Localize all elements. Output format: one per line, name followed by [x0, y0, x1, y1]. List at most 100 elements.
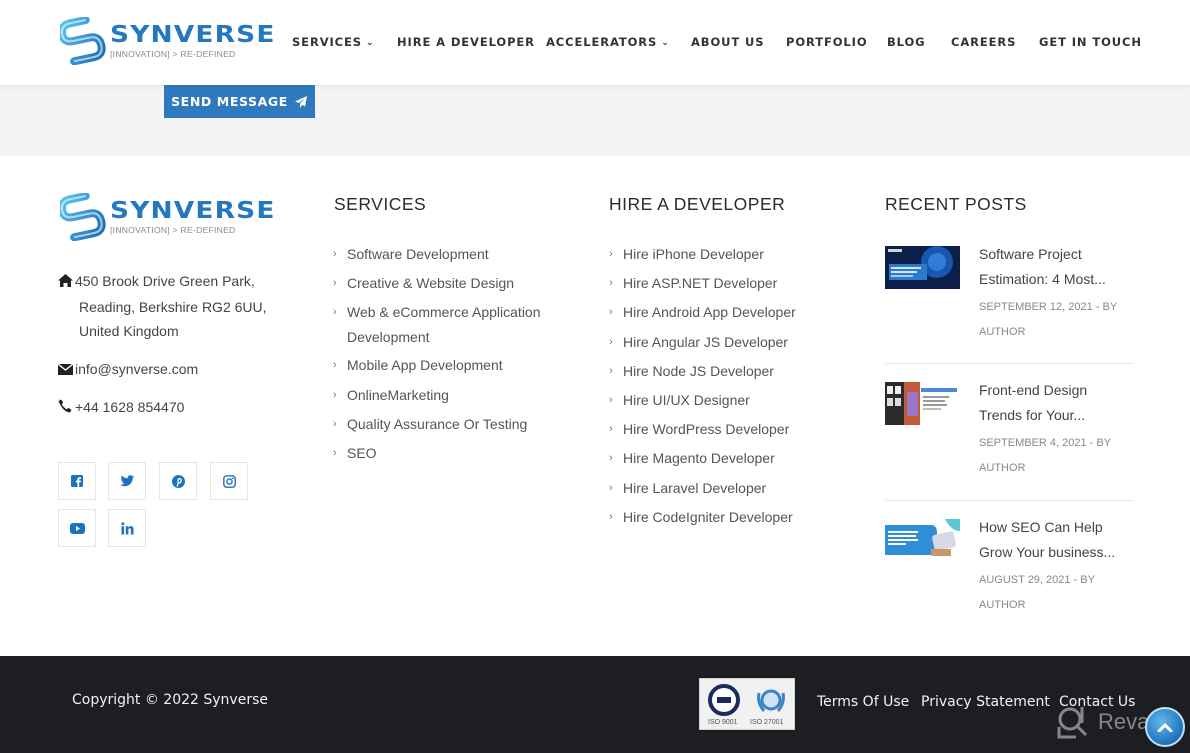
nav-accelerators[interactable]: ACCELERATORS ⌄: [546, 35, 670, 49]
youtube-icon: [69, 522, 85, 534]
services-link[interactable]: › Web & eCommerce Application Development: [333, 298, 573, 351]
pinterest-icon: [171, 474, 185, 488]
nav-about-us[interactable]: ABOUT US: [691, 35, 764, 49]
chevron-right-icon: ›: [333, 447, 337, 460]
email-link[interactable]: info@synverse.com: [75, 361, 198, 377]
phone-link[interactable]: +44 1628 854470: [75, 399, 184, 415]
post-meta: SEPTEMBER 12, 2021 - BY AUTHOR: [979, 295, 1129, 344]
header-logo[interactable]: SYNVERSE [INNOVATION] > RE-DEFINED: [60, 17, 274, 65]
post-title-link[interactable]: Software Project Estimation: 4 Most...: [979, 242, 1129, 291]
company-phone[interactable]: +44 1628 854470: [58, 395, 184, 421]
hire-link[interactable]: › Hire UI/UX Designer: [609, 386, 849, 415]
hire-link[interactable]: › Hire Laravel Developer: [609, 474, 849, 503]
chevron-right-icon: ›: [333, 359, 337, 372]
company-email[interactable]: info@synverse.com: [57, 357, 198, 383]
post-date-author: AUGUST 29, 2021 - BY: [979, 574, 1095, 586]
hire-link[interactable]: › Hire Android App Developer: [609, 298, 849, 327]
hire-link[interactable]: › Hire Node JS Developer: [609, 357, 849, 386]
link-label: Web & eCommerce Application Development: [347, 304, 541, 345]
services-link[interactable]: › Software Development: [333, 240, 573, 269]
home-icon: [58, 270, 75, 295]
nav-blog[interactable]: BLOG: [887, 35, 926, 49]
chevron-right-icon: ›: [609, 510, 613, 523]
post-title-line: Software Project: [979, 246, 1082, 262]
phone-icon: [58, 396, 75, 421]
nav-careers[interactable]: CAREERS: [951, 35, 1016, 49]
hire-link[interactable]: › Hire iPhone Developer: [609, 240, 849, 269]
nav-get-in-touch[interactable]: GET IN TOUCH: [1039, 35, 1142, 49]
post-title-line: Estimation: 4 Most...: [979, 270, 1106, 287]
iso-9001-label: ISO 9001: [708, 719, 738, 726]
link-label: Hire Laravel Developer: [623, 479, 767, 496]
synverse-logo-icon: [60, 17, 106, 65]
link-label: Hire ASP.NET Developer: [623, 275, 778, 292]
services-link[interactable]: › SEO: [333, 439, 573, 468]
link-label: Hire CodeIgniter Developer: [623, 508, 793, 525]
facebook-icon: [71, 475, 83, 487]
nav-portfolio-label: PORTFOLIO: [786, 35, 868, 49]
hire-developer-list: › Hire iPhone Developer › Hire ASP.NET Dev…: [609, 240, 849, 532]
copyright-text: Copyright © 2022 Synverse: [72, 692, 268, 708]
synverse-logo-icon: [60, 193, 106, 241]
twitter-icon: [120, 475, 134, 487]
link-label: Quality Assurance Or Testing: [347, 415, 528, 432]
link-label: Hire Android App Developer: [623, 304, 796, 321]
facebook-button[interactable]: [58, 462, 96, 500]
nav-get-in-touch-label: GET IN TOUCH: [1039, 35, 1142, 49]
services-link[interactable]: › Quality Assurance Or Testing: [333, 410, 573, 439]
iso-9001-badge-icon: [708, 684, 740, 716]
linkedin-button[interactable]: [108, 509, 146, 547]
chevron-right-icon: ›: [609, 306, 613, 319]
pinterest-button[interactable]: [159, 462, 197, 500]
revain-logo-icon: [1057, 707, 1088, 739]
instagram-icon: [222, 474, 236, 488]
hire-link[interactable]: › Hire CodeIgniter Developer: [609, 503, 849, 532]
terms-of-use-link[interactable]: Terms Of Use: [817, 694, 909, 710]
services-link[interactable]: › Mobile App Development: [333, 351, 573, 380]
chevron-right-icon: ›: [333, 248, 337, 260]
link-label: Hire Node JS Developer: [623, 362, 774, 379]
post-title-link[interactable]: Front-end Design Trends for Your...: [979, 378, 1129, 427]
post-title-line: How SEO Can Help: [979, 519, 1103, 535]
send-message-button[interactable]: SEND MESSAGE: [164, 85, 315, 118]
post-title-link[interactable]: How SEO Can Help Grow Your business...: [979, 515, 1129, 564]
post-date-author: SEPTEMBER 12, 2021 - BY: [979, 301, 1118, 313]
link-label: Hire iPhone Developer: [623, 246, 764, 262]
hire-link[interactable]: › Hire Angular JS Developer: [609, 328, 849, 357]
post-title-line: Trends for Your...: [979, 406, 1086, 423]
services-heading: SERVICES: [334, 194, 427, 214]
hire-link[interactable]: › Hire WordPress Developer: [609, 415, 849, 444]
hire-link[interactable]: › Hire ASP.NET Developer: [609, 269, 849, 298]
nav-hire-a-developer[interactable]: HIRE A DEVELOPER: [397, 35, 535, 49]
chevron-right-icon: ›: [609, 277, 613, 290]
site-header: SYNVERSE [INNOVATION] > RE-DEFINED SERVI…: [0, 0, 1190, 85]
twitter-button[interactable]: [108, 462, 146, 500]
post-author: AUTHOR: [979, 461, 1026, 474]
hire-link[interactable]: › Hire Magento Developer: [609, 444, 849, 473]
chevron-right-icon: ›: [609, 248, 613, 260]
chevron-right-icon: ›: [333, 277, 337, 290]
post-thumbnail[interactable]: [885, 246, 960, 289]
recent-post: How SEO Can Help Grow Your business... A…: [885, 515, 1133, 625]
chevron-right-icon: ›: [609, 481, 613, 494]
instagram-button[interactable]: [210, 462, 248, 500]
logo-name: SYNVERSE: [110, 21, 276, 48]
services-link[interactable]: › Creative & Website Design: [333, 269, 573, 298]
footer-logo[interactable]: SYNVERSE [INNOVATION] > RE-DEFINED: [60, 193, 274, 241]
chevron-right-icon: ›: [609, 335, 613, 348]
post-thumbnail[interactable]: [885, 519, 960, 562]
iso-27001-badge-icon: [757, 689, 785, 712]
nav-portfolio[interactable]: PORTFOLIO: [786, 35, 868, 49]
nav-services[interactable]: SERVICES ⌄: [292, 35, 374, 49]
post-meta: AUGUST 29, 2021 - BY AUTHOR: [979, 568, 1129, 617]
link-label: SEO: [347, 445, 377, 462]
link-label: Hire WordPress Developer: [623, 421, 790, 438]
post-thumbnail[interactable]: [885, 382, 960, 425]
recent-post: Software Project Estimation: 4 Most... S…: [885, 242, 1133, 352]
privacy-statement-link[interactable]: Privacy Statement: [921, 694, 1050, 710]
youtube-button[interactable]: [58, 509, 96, 547]
link-label: Hire Angular JS Developer: [623, 333, 788, 350]
services-link[interactable]: › OnlineMarketing: [333, 381, 573, 410]
scroll-to-top-button[interactable]: [1145, 707, 1185, 747]
link-label: Hire UI/UX Designer: [623, 392, 750, 409]
